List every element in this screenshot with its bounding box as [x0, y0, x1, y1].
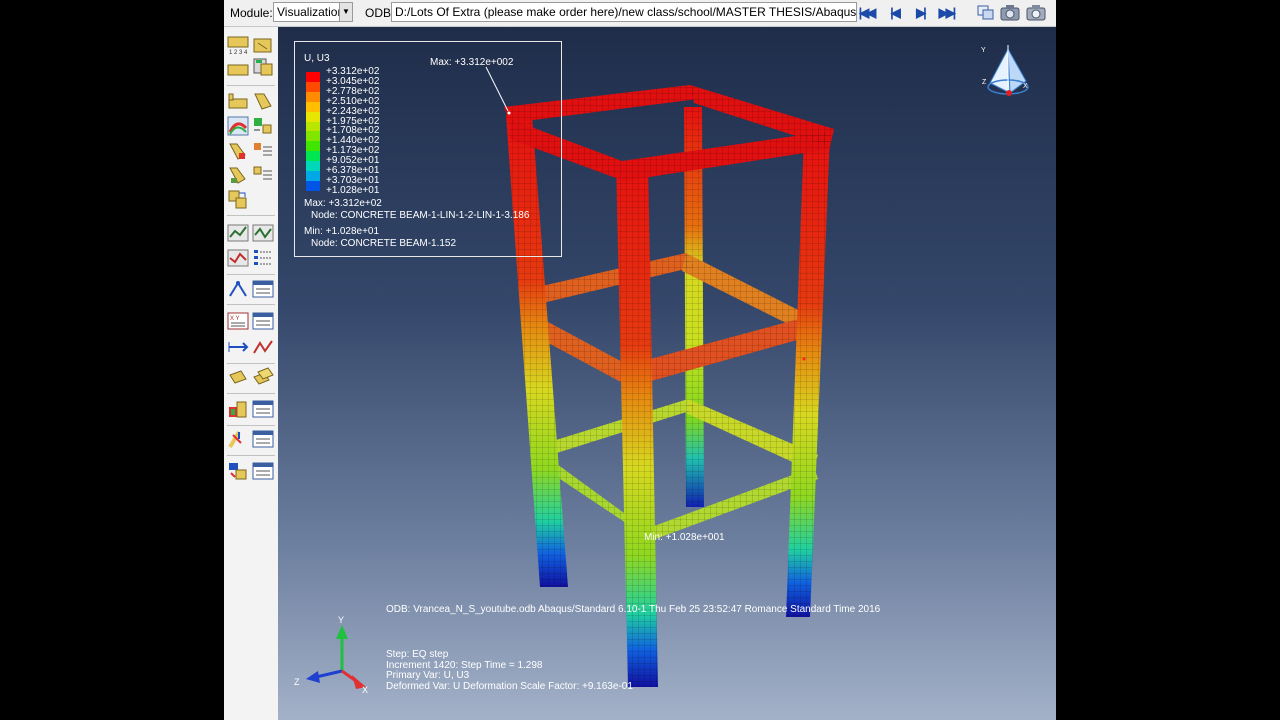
stream-manager-icon[interactable]	[252, 461, 274, 481]
path-manager-icon[interactable]	[252, 279, 274, 299]
view-cube-icon[interactable]	[987, 45, 1029, 96]
min-annotation: Min: +1.028e+001	[644, 532, 725, 543]
node-marker	[802, 357, 806, 361]
stream-create-icon[interactable]	[227, 461, 249, 481]
toolbox-separator	[227, 85, 275, 86]
legend-max-node: Node: CONCRETE BEAM-1-LIN-1-2-LIN-1-3.18…	[311, 210, 530, 221]
common-options-icon[interactable]	[252, 57, 274, 77]
toolbox-separator	[227, 455, 275, 456]
plot-xy-icon[interactable]	[252, 337, 274, 357]
legend-swatch	[306, 141, 320, 152]
view-cube-y-label: Y	[981, 47, 986, 54]
middle-frame-beams	[520, 253, 808, 387]
legend-swatch	[306, 81, 320, 92]
create-free-body-cut-icon[interactable]	[227, 429, 249, 449]
last-frame-icon[interactable]: ▶▶|	[936, 4, 957, 22]
animate-harmonic-icon[interactable]	[252, 223, 274, 243]
toolbox-separator	[227, 215, 275, 216]
deformed-var: Deformed Var: U Deformation Scale Factor…	[386, 680, 633, 692]
axis-triad: Y Z X	[294, 615, 368, 693]
legend-swatch	[306, 121, 320, 132]
plot-undeformed-icon[interactable]: 1 2 3 4	[227, 35, 249, 55]
legend-title: U, U3	[304, 53, 330, 64]
legend-swatch	[306, 101, 320, 112]
display-group-manager-icon[interactable]	[252, 367, 274, 387]
legend-swatch	[306, 131, 320, 142]
contour-legend[interactable]: U, U3 +3.312e+02 +3.045e+02 +2.778e+02 +2.5…	[294, 41, 562, 257]
viewport-copy-icon[interactable]	[976, 4, 996, 22]
camera-icon[interactable]	[1026, 4, 1046, 22]
create-path-icon[interactable]	[227, 279, 249, 299]
visualization-toolbox: 1 2 3 4 X Y	[224, 27, 279, 720]
first-frame-icon[interactable]: |◀◀	[856, 4, 877, 22]
max-annotation: Max: +3.312e+002	[430, 57, 514, 68]
toolbox-separator	[227, 274, 275, 275]
legend-swatch	[306, 111, 320, 122]
legend-value: +1.028e+01	[326, 184, 380, 196]
module-select-value: Visualization	[277, 5, 345, 19]
material-orientation-options-icon[interactable]	[252, 141, 274, 161]
toolbox-separator	[227, 425, 275, 426]
svg-text:X Y: X Y	[230, 316, 240, 322]
front-right-column	[786, 135, 830, 617]
step-status: Step: EQ step Increment 1420: Step Time …	[386, 649, 633, 692]
symbol-options-icon[interactable]	[252, 116, 274, 136]
svg-text:1 2 3 4: 1 2 3 4	[229, 50, 248, 55]
plot-contours-icon[interactable]	[227, 91, 249, 111]
legend-swatch	[306, 72, 320, 82]
view-cube-z-label: Z	[982, 79, 987, 86]
previous-frame-icon[interactable]: |◀	[884, 4, 904, 22]
animate-scale-factor-icon[interactable]	[227, 223, 249, 243]
z-axis-label: Z	[294, 677, 300, 687]
model-viewport[interactable]: U, U3 +3.312e+02 +3.045e+02 +2.778e+02 +2.5…	[278, 27, 1056, 720]
odb-path-value: D:/Lots Of Extra (please make order here…	[395, 5, 857, 19]
legend-min: Min: +1.028e+01	[304, 226, 380, 237]
view-cut-manager-icon[interactable]	[252, 399, 274, 419]
toolbox-separator	[227, 304, 275, 305]
odb-info: ODB: Vrancea_N_S_youtube.odb Abaqus/Stan…	[386, 604, 881, 615]
primary-var: Primary Var: U, U3	[386, 670, 470, 681]
field-output-options-icon[interactable]	[252, 248, 274, 268]
animation-options-icon[interactable]	[227, 248, 249, 268]
view-cube-x-label: X	[1023, 83, 1028, 90]
contour-options-icon[interactable]	[227, 116, 249, 136]
legend-swatch	[306, 180, 320, 191]
module-label: Module:	[230, 6, 273, 20]
toolbox-separator	[227, 363, 275, 364]
animate-time-history-icon[interactable]	[227, 189, 249, 209]
context-toolbar: Module: Visualization ▼ ODB: D:/Lots Of …	[224, 0, 1056, 27]
query-distance-icon[interactable]	[227, 337, 249, 357]
lower-frame-beams	[540, 399, 818, 541]
plot-allow-multiple-icon[interactable]	[227, 165, 249, 185]
plot-material-orientation-icon[interactable]	[227, 141, 249, 161]
plot-both-icon[interactable]	[227, 60, 249, 80]
toolbox-separator	[227, 393, 275, 394]
odb-path-field[interactable]: D:/Lots Of Extra (please make order here…	[391, 2, 857, 22]
x-axis-label: X	[362, 685, 368, 693]
create-display-group-icon[interactable]	[227, 367, 249, 387]
legend-swatch	[306, 161, 320, 172]
view-cut-icon[interactable]	[227, 399, 249, 419]
y-axis-label: Y	[338, 615, 344, 625]
next-frame-icon[interactable]: ▶|	[910, 4, 930, 22]
plot-deformed-icon[interactable]	[252, 35, 274, 55]
odb-label: ODB:	[365, 6, 395, 20]
multiple-plot-options-icon[interactable]	[252, 165, 274, 185]
legend-swatch	[306, 171, 320, 181]
legend-swatch	[306, 151, 320, 162]
step-name: Step: EQ step	[386, 649, 449, 660]
free-body-cut-manager-icon[interactable]	[252, 429, 274, 449]
module-select[interactable]: Visualization ▼	[273, 2, 353, 22]
legend-swatch	[306, 91, 320, 102]
abaqus-window: Module: Visualization ▼ ODB: D:/Lots Of …	[224, 0, 1056, 720]
xy-data-manager-icon[interactable]	[252, 311, 274, 331]
create-xy-data-icon[interactable]: X Y	[227, 311, 249, 331]
legend-max: Max: +3.312e+02	[304, 198, 382, 209]
legend-min-node: Node: CONCRETE BEAM-1.152	[311, 238, 457, 249]
camera-settings-icon[interactable]	[1000, 4, 1020, 22]
plot-symbols-icon[interactable]	[252, 91, 274, 111]
z-axis-arrow	[315, 669, 343, 679]
chevron-down-icon[interactable]: ▼	[339, 3, 352, 21]
